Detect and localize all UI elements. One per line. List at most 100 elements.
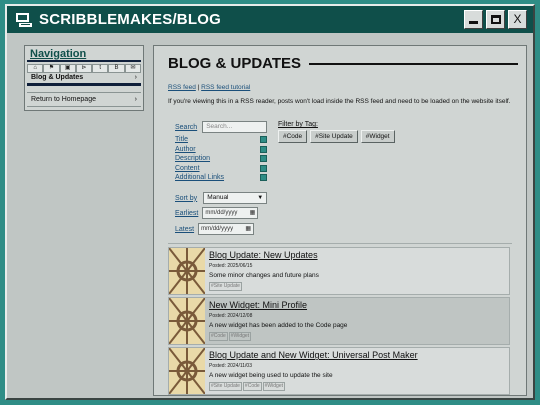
checkbox[interactable] bbox=[260, 145, 267, 153]
post-card[interactable]: Blog Update and New Widget: Universal Po… bbox=[168, 347, 510, 395]
sidebar: Navigation ⌂ ⚑ ▣ ⊳ t B ✉ Blog & Updates … bbox=[24, 45, 144, 111]
post-date: Posted: 2024/12/08 bbox=[209, 313, 253, 320]
maximize-button[interactable] bbox=[486, 10, 505, 29]
divider bbox=[168, 243, 512, 245]
rss-tutorial-link[interactable]: RSS feed tutorial bbox=[201, 84, 250, 91]
tag-button-code[interactable]: #Code bbox=[278, 130, 308, 144]
field-option[interactable]: Additional Links bbox=[175, 173, 267, 183]
link-separator: | bbox=[197, 84, 200, 91]
post-tags: #Site Update #Code #Widget bbox=[209, 382, 505, 392]
field-label: Content bbox=[175, 164, 200, 172]
date-placeholder: mm/dd/yyyy bbox=[201, 226, 234, 233]
post-body: Blog Update and New Widget: Universal Po… bbox=[209, 350, 505, 392]
field-option[interactable]: Author bbox=[175, 145, 267, 155]
tag-button-widget[interactable]: #Widget bbox=[360, 130, 395, 144]
sort-select[interactable]: Manual ▼ bbox=[203, 192, 268, 205]
tag-icon[interactable]: ⊳ bbox=[75, 64, 93, 73]
field-label: Additional Links bbox=[175, 174, 225, 182]
tumblr-icon[interactable]: t bbox=[92, 64, 109, 73]
sidebar-heading: Navigation bbox=[27, 46, 141, 62]
post-thumbnail bbox=[169, 248, 205, 295]
latest-date-input[interactable]: mm/dd/yyyy ▦ bbox=[198, 223, 255, 236]
window-controls: X bbox=[464, 10, 527, 29]
post-description: A new widget has been added to the Code … bbox=[209, 322, 348, 330]
sort-label: Sort by bbox=[175, 194, 198, 202]
chevron-down-icon: ▼ bbox=[257, 195, 264, 202]
field-label: Description bbox=[175, 155, 211, 163]
close-button[interactable]: X bbox=[508, 10, 527, 29]
title-bar: SCRIBBLEMAKES/BLOG X bbox=[7, 6, 533, 33]
tag-filter: Filter by Tag: #Code #Site Update #Widge… bbox=[278, 121, 395, 144]
search-row: Search Search... bbox=[175, 121, 268, 134]
flag-icon[interactable]: ⚑ bbox=[43, 64, 60, 73]
earliest-row: Earliest mm/dd/yyyy ▦ bbox=[175, 207, 259, 220]
tag-filter-label: Filter by Tag: bbox=[278, 121, 318, 129]
field-option[interactable]: Description bbox=[175, 154, 267, 164]
tag-filter-buttons: #Code #Site Update #Widget bbox=[278, 130, 395, 144]
checkbox[interactable] bbox=[260, 164, 267, 172]
chevron-right-icon: › bbox=[134, 74, 137, 81]
sidebar-icon-row: ⌂ ⚑ ▣ ⊳ t B ✉ bbox=[27, 64, 141, 73]
post-title[interactable]: Blog Update and New Widget: Universal Po… bbox=[209, 350, 505, 360]
maximize-icon bbox=[490, 15, 501, 24]
page-title: BLOG & UPDATES bbox=[168, 55, 302, 72]
chevron-right-icon: › bbox=[134, 96, 137, 103]
post-date: Posted: 2025/06/15 bbox=[209, 263, 253, 270]
post-tag[interactable]: #Widget bbox=[262, 382, 285, 392]
filter-panel: Search Search... Title Author Descriptio… bbox=[168, 121, 526, 243]
post-card[interactable]: New Widget: Mini Profile Posted: 2024/12… bbox=[168, 297, 510, 346]
sidebar-item-blog[interactable]: Blog & Updates › bbox=[27, 73, 141, 86]
post-thumbnail bbox=[169, 348, 205, 395]
calendar-icon[interactable]: ▦ bbox=[250, 208, 256, 218]
date-placeholder: mm/dd/yyyy bbox=[205, 210, 238, 217]
sort-row: Sort by Manual ▼ bbox=[175, 192, 268, 205]
post-body: Blog Update: New Updates Posted: 2025/06… bbox=[209, 250, 505, 292]
post-description: Some minor changes and future plans bbox=[209, 272, 319, 280]
field-label: Title bbox=[175, 136, 188, 144]
mail-icon[interactable]: ✉ bbox=[124, 64, 141, 73]
bluesky-icon[interactable]: B bbox=[108, 64, 125, 73]
post-tag[interactable]: #Widget bbox=[228, 332, 252, 342]
feed-links: RSS feed | RSS feed tutorial bbox=[168, 84, 526, 91]
page-heading: BLOG & UPDATES bbox=[168, 55, 526, 72]
minimize-button[interactable] bbox=[464, 10, 483, 29]
post-tag[interactable]: #Code bbox=[209, 332, 228, 342]
gallery-icon[interactable]: ▣ bbox=[59, 64, 76, 73]
minimize-icon bbox=[469, 21, 478, 24]
post-tags: #Code #Widget bbox=[209, 332, 505, 342]
field-option[interactable]: Title bbox=[175, 135, 267, 145]
search-input[interactable]: Search... bbox=[202, 121, 268, 134]
post-thumbnail bbox=[169, 298, 205, 345]
earliest-date-input[interactable]: mm/dd/yyyy ▦ bbox=[202, 207, 259, 220]
checkbox[interactable] bbox=[260, 136, 267, 144]
rss-note: If you're viewing this in a RSS reader, … bbox=[168, 98, 511, 105]
post-title[interactable]: New Widget: Mini Profile bbox=[209, 300, 505, 310]
main-content: BLOG & UPDATES RSS feed | RSS feed tutor… bbox=[153, 45, 527, 396]
browser-window: SCRIBBLEMAKES/BLOG X Navigation ⌂ ⚑ ▣ ⊳ … bbox=[5, 4, 535, 400]
post-card[interactable]: Blog Update: New Updates Posted: 2025/06… bbox=[168, 247, 510, 296]
checkbox[interactable] bbox=[260, 155, 267, 163]
calendar-icon[interactable]: ▦ bbox=[245, 224, 251, 234]
sidebar-item-label: Blog & Updates bbox=[31, 74, 84, 81]
sidebar-item-label: Return to Homepage bbox=[31, 96, 96, 103]
field-option[interactable]: Content bbox=[175, 164, 267, 174]
post-tag[interactable]: #Code bbox=[242, 382, 262, 392]
computer-icon bbox=[16, 12, 32, 27]
search-field-list: Title Author Description Content Additio… bbox=[175, 135, 267, 183]
tag-button-site-update[interactable]: #Site Update bbox=[310, 130, 358, 144]
home-icon[interactable]: ⌂ bbox=[27, 64, 44, 73]
checkbox[interactable] bbox=[260, 174, 267, 182]
post-tags: #Site Update bbox=[209, 282, 505, 292]
post-tag[interactable]: #Site Update bbox=[209, 382, 242, 392]
latest-row: Latest mm/dd/yyyy ▦ bbox=[175, 223, 255, 236]
post-title[interactable]: Blog Update: New Updates bbox=[209, 250, 505, 260]
window-title: SCRIBBLEMAKES/BLOG bbox=[39, 11, 221, 28]
heading-rule bbox=[309, 62, 518, 65]
sidebar-item-home[interactable]: Return to Homepage › bbox=[27, 92, 141, 107]
earliest-label: Earliest bbox=[175, 209, 199, 217]
field-label: Author bbox=[175, 145, 196, 153]
post-body: New Widget: Mini Profile Posted: 2024/12… bbox=[209, 300, 505, 342]
rss-feed-link[interactable]: RSS feed bbox=[168, 84, 196, 91]
post-tag[interactable]: #Site Update bbox=[209, 282, 242, 292]
post-date: Posted: 2024/11/03 bbox=[209, 363, 252, 370]
